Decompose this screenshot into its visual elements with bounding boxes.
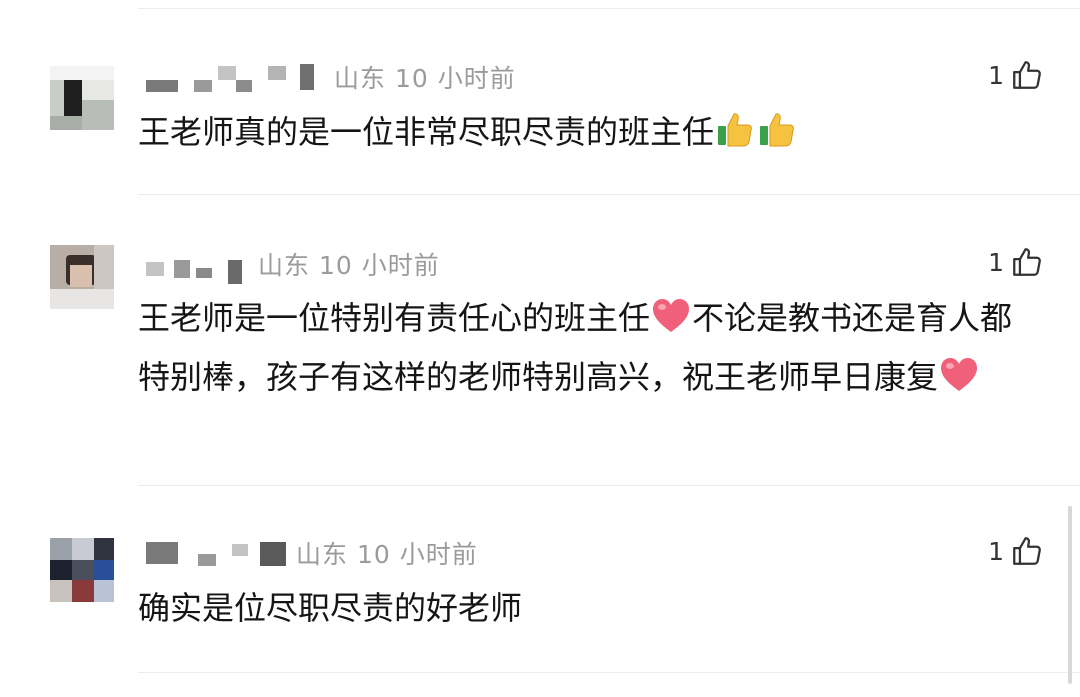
comment-location: 山东 — [258, 251, 311, 280]
like-count: 1 — [988, 60, 1004, 90]
comment-time: 10 小时前 — [318, 251, 440, 280]
username-blurred[interactable] — [146, 538, 296, 568]
avatar[interactable] — [50, 245, 114, 309]
comment-meta: 山东 10 小时前 — [258, 246, 440, 282]
scrollbar[interactable] — [1068, 506, 1072, 684]
thumbs-up-icon[interactable] — [1010, 534, 1044, 568]
divider — [138, 194, 1080, 195]
username-blurred[interactable] — [146, 250, 256, 284]
divider — [138, 8, 1080, 9]
comment-text: 王老师是一位特别有责任心的班主任 不论是教书还是育人都特别棒，孩子有这样的老师特别… — [138, 292, 1038, 410]
like-button[interactable]: 1 — [988, 245, 1044, 279]
heart-emoji-icon — [939, 356, 979, 410]
comment-location: 山东 — [334, 64, 387, 93]
comment-text: 确实是位尽职尽责的好老师 — [138, 582, 1038, 635]
comment-meta: 山东 10 小时前 — [334, 59, 516, 95]
comment-body: 确实是位尽职尽责的好老师 — [138, 589, 523, 627]
comment-time: 10 小时前 — [394, 64, 516, 93]
heart-emoji-icon — [651, 297, 691, 351]
thumbs-up-icon[interactable] — [1010, 245, 1044, 279]
comment-text: 王老师真的是一位非常尽职尽责的班主任 — [138, 106, 1038, 165]
divider — [138, 485, 1080, 486]
thumbs-up-icon[interactable] — [1010, 58, 1044, 92]
avatar[interactable] — [50, 66, 114, 130]
comment-body: 王老师真的是一位非常尽职尽责的班主任 — [138, 113, 715, 151]
like-button[interactable]: 1 — [988, 58, 1044, 92]
like-count: 1 — [988, 247, 1004, 277]
like-button[interactable]: 1 — [988, 534, 1044, 568]
comment-location: 山东 — [296, 540, 349, 569]
avatar[interactable] — [50, 538, 114, 602]
comment-body-part1: 王老师是一位特别有责任心的班主任 — [138, 299, 651, 337]
comment-time: 10 小时前 — [356, 540, 478, 569]
thumbs-up-emoji-icon — [715, 109, 755, 165]
divider — [138, 672, 1080, 673]
comment-meta: 山东 10 小时前 — [296, 535, 478, 571]
username-blurred[interactable] — [146, 62, 326, 92]
thumbs-up-emoji-icon — [757, 109, 797, 165]
like-count: 1 — [988, 536, 1004, 566]
